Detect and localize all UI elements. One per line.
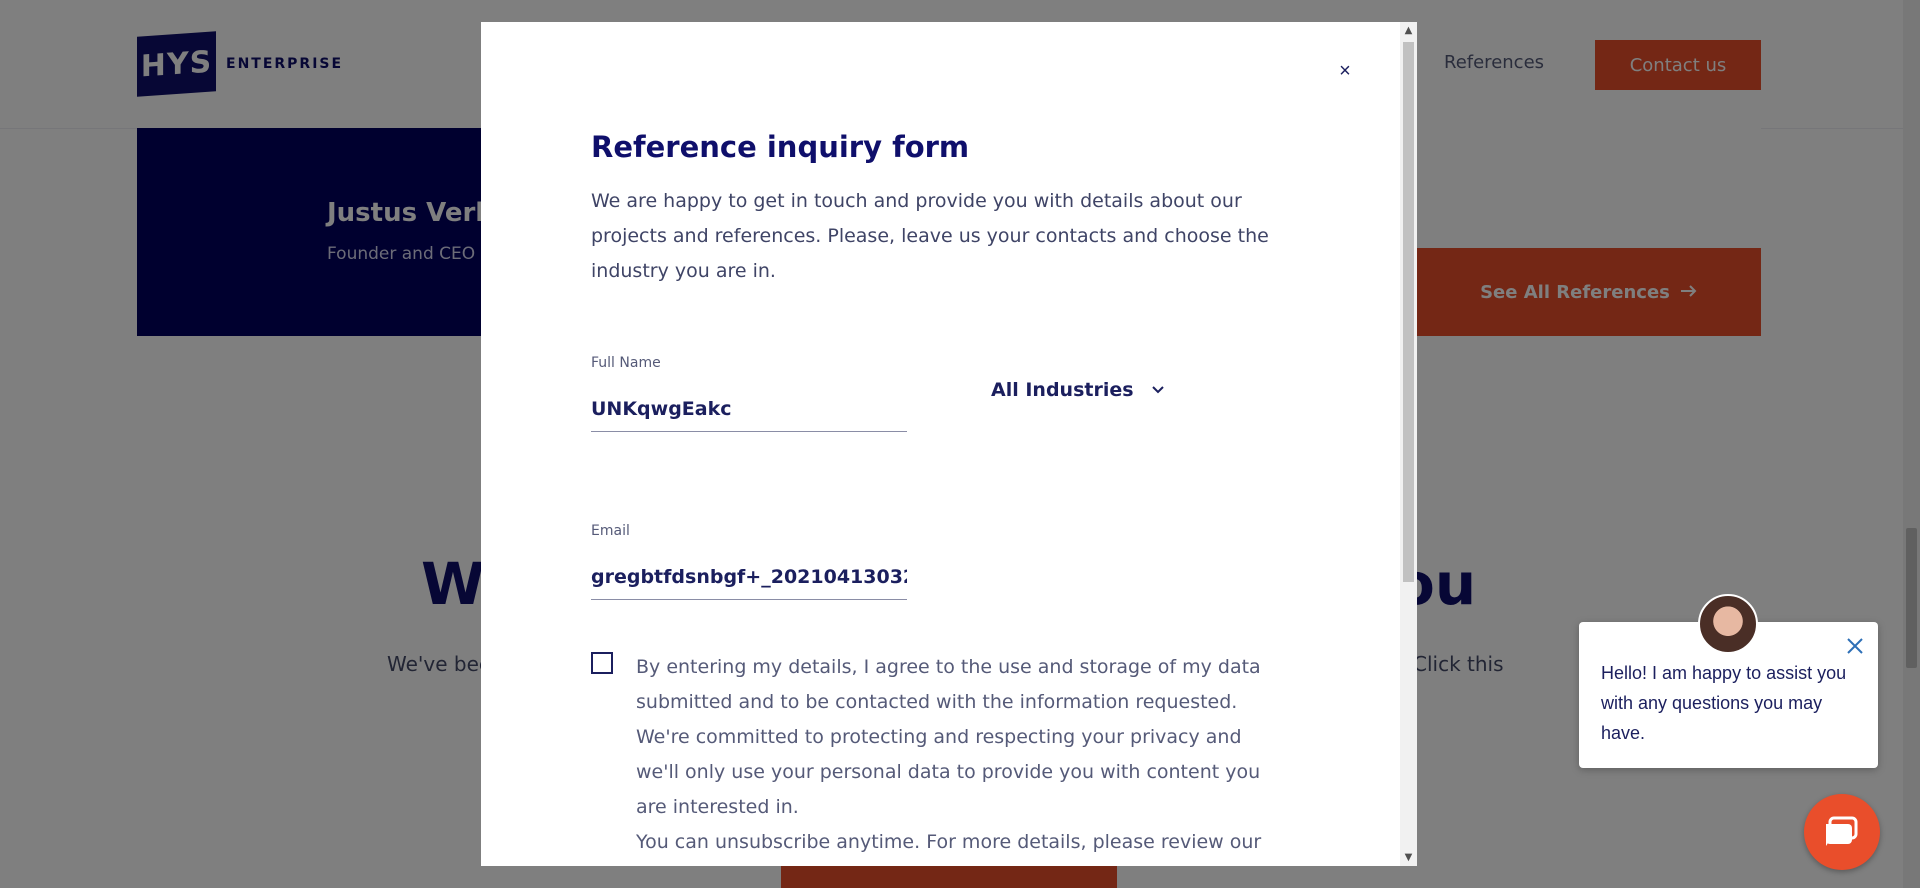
scroll-up-icon[interactable]: ▲ bbox=[1400, 22, 1417, 39]
chat-close-icon[interactable] bbox=[1845, 636, 1869, 660]
email-input[interactable] bbox=[591, 554, 907, 600]
consent-text-3: You can unsubscribe anytime. For more de… bbox=[636, 831, 1262, 853]
scroll-down-icon[interactable]: ▼ bbox=[1400, 849, 1417, 866]
chat-icon[interactable] bbox=[1804, 794, 1880, 870]
modal-title: Reference inquiry form bbox=[591, 130, 970, 164]
modal-scrollbar[interactable]: ▲ ▼ bbox=[1400, 22, 1417, 866]
close-icon[interactable]: × bbox=[1333, 58, 1357, 82]
full-name-input[interactable] bbox=[591, 386, 907, 432]
modal-description: We are happy to get in touch and provide… bbox=[591, 190, 1269, 282]
reference-inquiry-modal: × Reference inquiry form We are happy to… bbox=[481, 22, 1417, 866]
industry-select[interactable]: All Industries bbox=[991, 374, 1164, 406]
consent-text: By entering my details, I agree to the u… bbox=[636, 650, 1276, 860]
consent-checkbox[interactable] bbox=[591, 652, 613, 674]
chat-agent-avatar bbox=[1698, 594, 1758, 654]
modal-scrollbar-thumb[interactable] bbox=[1403, 42, 1414, 582]
email-label: Email bbox=[591, 523, 630, 539]
chat-message: Hello! I am happy to assist you with any… bbox=[1601, 663, 1847, 743]
full-name-label: Full Name bbox=[591, 355, 661, 371]
chevron-down-icon bbox=[1151, 383, 1164, 398]
consent-text-1: By entering my details, I agree to the u… bbox=[636, 656, 1261, 713]
consent-text-2: We're committed to protecting and respec… bbox=[636, 726, 1261, 818]
industry-select-value: All Industries bbox=[991, 379, 1134, 401]
